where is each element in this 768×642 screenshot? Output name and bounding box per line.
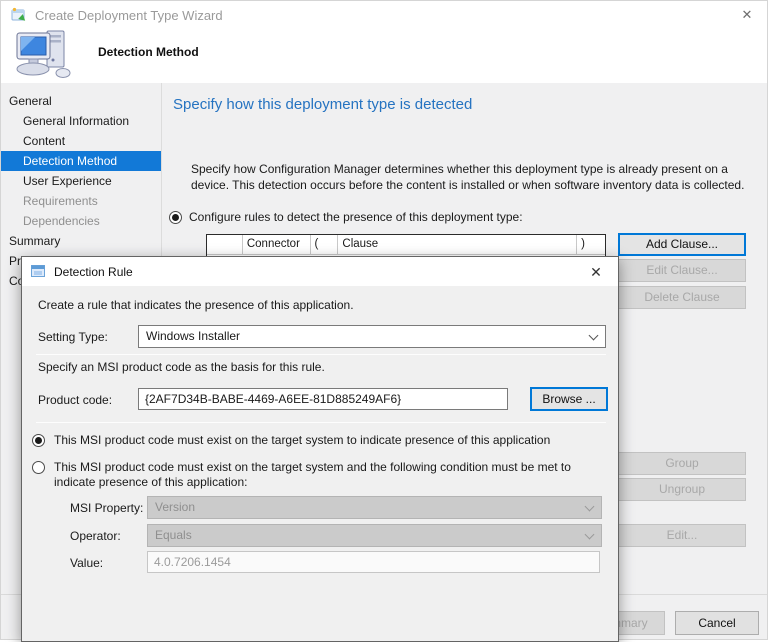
wizard-titlebar: Create Deployment Type Wizard ✕ [1,1,767,29]
dialog-titlebar: Detection Rule ✕ [22,257,618,286]
computer-icon [13,27,75,83]
section-divider [36,354,606,355]
sidebar-item-requirements: Requirements [1,191,161,211]
sidebar-item-detection-method[interactable]: Detection Method [1,151,161,171]
wizard-app-icon [11,7,27,23]
sidebar-item-general-information[interactable]: General Information [1,111,161,131]
page-heading: Specify how this deployment type is dete… [173,96,472,113]
setting-type-value: Windows Installer [146,329,240,343]
page-description: Specify how Configuration Manager determ… [191,161,765,193]
product-code-input[interactable] [138,388,508,410]
window-title: Create Deployment Type Wizard [35,8,223,23]
sidebar-item-general[interactable]: General [1,91,161,111]
msi-exist-radio[interactable] [32,434,45,447]
detection-rule-dialog: Detection Rule ✕ Create a rule that indi… [21,256,619,642]
msi-property-label: MSI Property: [70,501,143,515]
detection-clauses-table-header: Connector ( Clause ) [207,235,605,255]
sidebar-item-content[interactable]: Content [1,131,161,151]
product-code-label: Product code: [38,393,112,407]
configure-rules-radio[interactable] [169,211,182,224]
msi-condition-radio[interactable] [32,461,45,474]
dialog-close-icon[interactable]: ✕ [586,262,606,282]
edit-clause-button: Edit Clause... [618,259,746,282]
column-open-paren: ( [311,235,339,254]
column-connector: Connector [243,235,311,254]
group-button: Group [618,452,746,475]
add-clause-button[interactable]: Add Clause... [618,233,746,256]
chevron-down-icon [589,331,599,341]
sidebar-item-dependencies: Dependencies [1,211,161,231]
cancel-button[interactable]: Cancel [675,611,759,635]
create-deployment-type-wizard-window: Create Deployment Type Wizard ✕ Detectio… [0,0,768,640]
dialog-intro-text: Create a rule that indicates the presenc… [38,298,354,312]
configure-rules-radio-label: Configure rules to detect the presence o… [189,210,523,224]
chevron-down-icon [585,502,595,512]
ungroup-button: Ungroup [618,478,746,501]
column-close-paren: ) [577,235,605,254]
msi-hint-text: Specify an MSI product code as the basis… [38,360,325,374]
window-close-icon[interactable]: ✕ [737,5,757,25]
configure-rules-radio-row[interactable]: Configure rules to detect the presence o… [169,210,523,224]
section-divider [36,422,606,423]
value-input [147,551,600,573]
msi-condition-radio-row[interactable]: This MSI product code must exist on the … [32,460,602,490]
setting-type-select[interactable]: Windows Installer [138,325,606,348]
delete-clause-button: Delete Clause [618,286,746,309]
edit-button: Edit... [618,524,746,547]
msi-exist-radio-row[interactable]: This MSI product code must exist on the … [32,433,550,447]
column-select [207,235,243,254]
operator-label: Operator: [70,529,121,543]
chevron-down-icon [585,530,595,540]
operator-value: Equals [155,528,192,542]
sidebar-item-user-experience[interactable]: User Experience [1,171,161,191]
value-label: Value: [70,556,103,570]
msi-property-select: Version [147,496,602,519]
dialog-title: Detection Rule [54,265,133,279]
msi-exist-radio-label: This MSI product code must exist on the … [54,433,550,447]
sidebar-item-summary[interactable]: Summary [1,231,161,251]
dialog-window-icon [30,263,46,279]
msi-property-value: Version [155,500,195,514]
header-page-title: Detection Method [98,45,199,59]
operator-select: Equals [147,524,602,547]
setting-type-label: Setting Type: [38,330,108,344]
wizard-header: Detection Method [1,29,767,83]
column-clause: Clause [338,235,577,254]
browse-button[interactable]: Browse ... [530,387,608,411]
msi-condition-radio-label: This MSI product code must exist on the … [54,460,602,490]
